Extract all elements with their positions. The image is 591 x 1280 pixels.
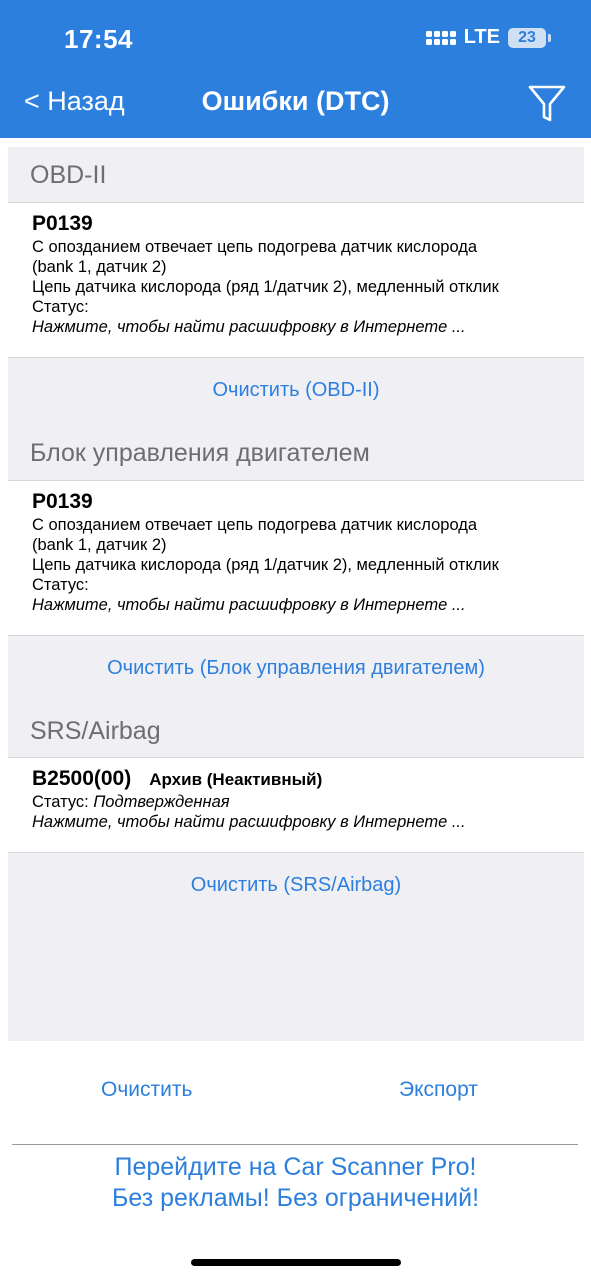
dtc-description: С опозданием отвечает цепь подогрева дат… <box>32 238 478 256</box>
clear-srs-button[interactable]: Очистить (SRS/Airbag) <box>8 874 584 897</box>
bottom-toolbar: Очистить Экспорт <box>0 1078 591 1110</box>
dtc-description: С опозданием отвечает цепь подогрева дат… <box>32 516 478 534</box>
battery-tip <box>548 33 551 42</box>
network-type: LTE <box>463 26 500 48</box>
export-button[interactable]: Экспорт <box>399 1078 478 1102</box>
dtc-status-value: Подтвержденная <box>93 793 230 811</box>
dtc-card-srs[interactable]: B2500(00) Архив (Неактивный) Статус: Под… <box>8 757 584 853</box>
dtc-lookup-link[interactable]: Нажмите, чтобы найти расшифровку в Интер… <box>32 317 584 337</box>
status-indicators: LTE 23 <box>425 26 551 49</box>
dtc-card-obd2[interactable]: P0139 С опозданием отвечает цепь подогре… <box>8 202 584 358</box>
dtc-card-engine[interactable]: P0139 С опозданием отвечает цепь подогре… <box>8 480 584 636</box>
dtc-code-row: B2500(00) Архив (Неактивный) <box>32 766 584 792</box>
dtc-code: P0139 <box>32 490 93 513</box>
dtc-status-label: Статус: <box>32 298 89 316</box>
status-time: 17:54 <box>64 24 133 54</box>
dtc-description-alt: Цепь датчика кислорода (ряд 1/датчик 2),… <box>32 278 499 296</box>
promo-line-2[interactable]: Без рекламы! Без ограничений! <box>0 1184 591 1213</box>
section-header-obd2: OBD-II <box>30 161 107 189</box>
back-button[interactable]: < Назад <box>24 86 125 117</box>
dtc-code: P0139 <box>32 212 93 235</box>
dtc-lookup-link[interactable]: Нажмите, чтобы найти расшифровку в Интер… <box>32 812 584 832</box>
dtc-description-alt: Цепь датчика кислорода (ряд 1/датчик 2),… <box>32 556 499 574</box>
clear-obd2-button[interactable]: Очистить (OBD-II) <box>8 379 584 402</box>
section-header-engine: Блок управления двигателем <box>30 439 370 467</box>
cellular-signal-icon <box>425 30 456 45</box>
clear-engine-button[interactable]: Очистить (Блок управления двигателем) <box>8 657 584 680</box>
filter-button[interactable] <box>528 84 566 124</box>
filter-icon <box>528 85 566 122</box>
dtc-status-row: Статус: Подтвержденная <box>32 792 584 812</box>
dtc-code: B2500(00) <box>32 767 132 790</box>
home-indicator <box>191 1259 401 1266</box>
dtc-list: OBD-II P0139 С опозданием отвечает цепь … <box>8 147 584 1041</box>
divider <box>12 1144 578 1145</box>
dtc-description-cont: (bank 1, датчик 2) <box>32 536 167 554</box>
dtc-status-label: Статус: <box>32 793 89 811</box>
clear-all-button[interactable]: Очистить <box>101 1078 192 1102</box>
section-header-srs: SRS/Airbag <box>30 717 161 745</box>
dtc-lookup-link[interactable]: Нажмите, чтобы найти расшифровку в Интер… <box>32 595 584 615</box>
top-bar: 17:54 LTE 23 < Назад Ошибки (DTC) <box>0 0 591 138</box>
dtc-description-cont: (bank 1, датчик 2) <box>32 258 167 276</box>
dtc-state: Архив (Неактивный) <box>149 770 323 789</box>
battery-icon: 23 <box>508 27 546 48</box>
dtc-status-label: Статус: <box>32 576 89 594</box>
promo-line-1[interactable]: Перейдите на Car Scanner Pro! <box>0 1153 591 1182</box>
